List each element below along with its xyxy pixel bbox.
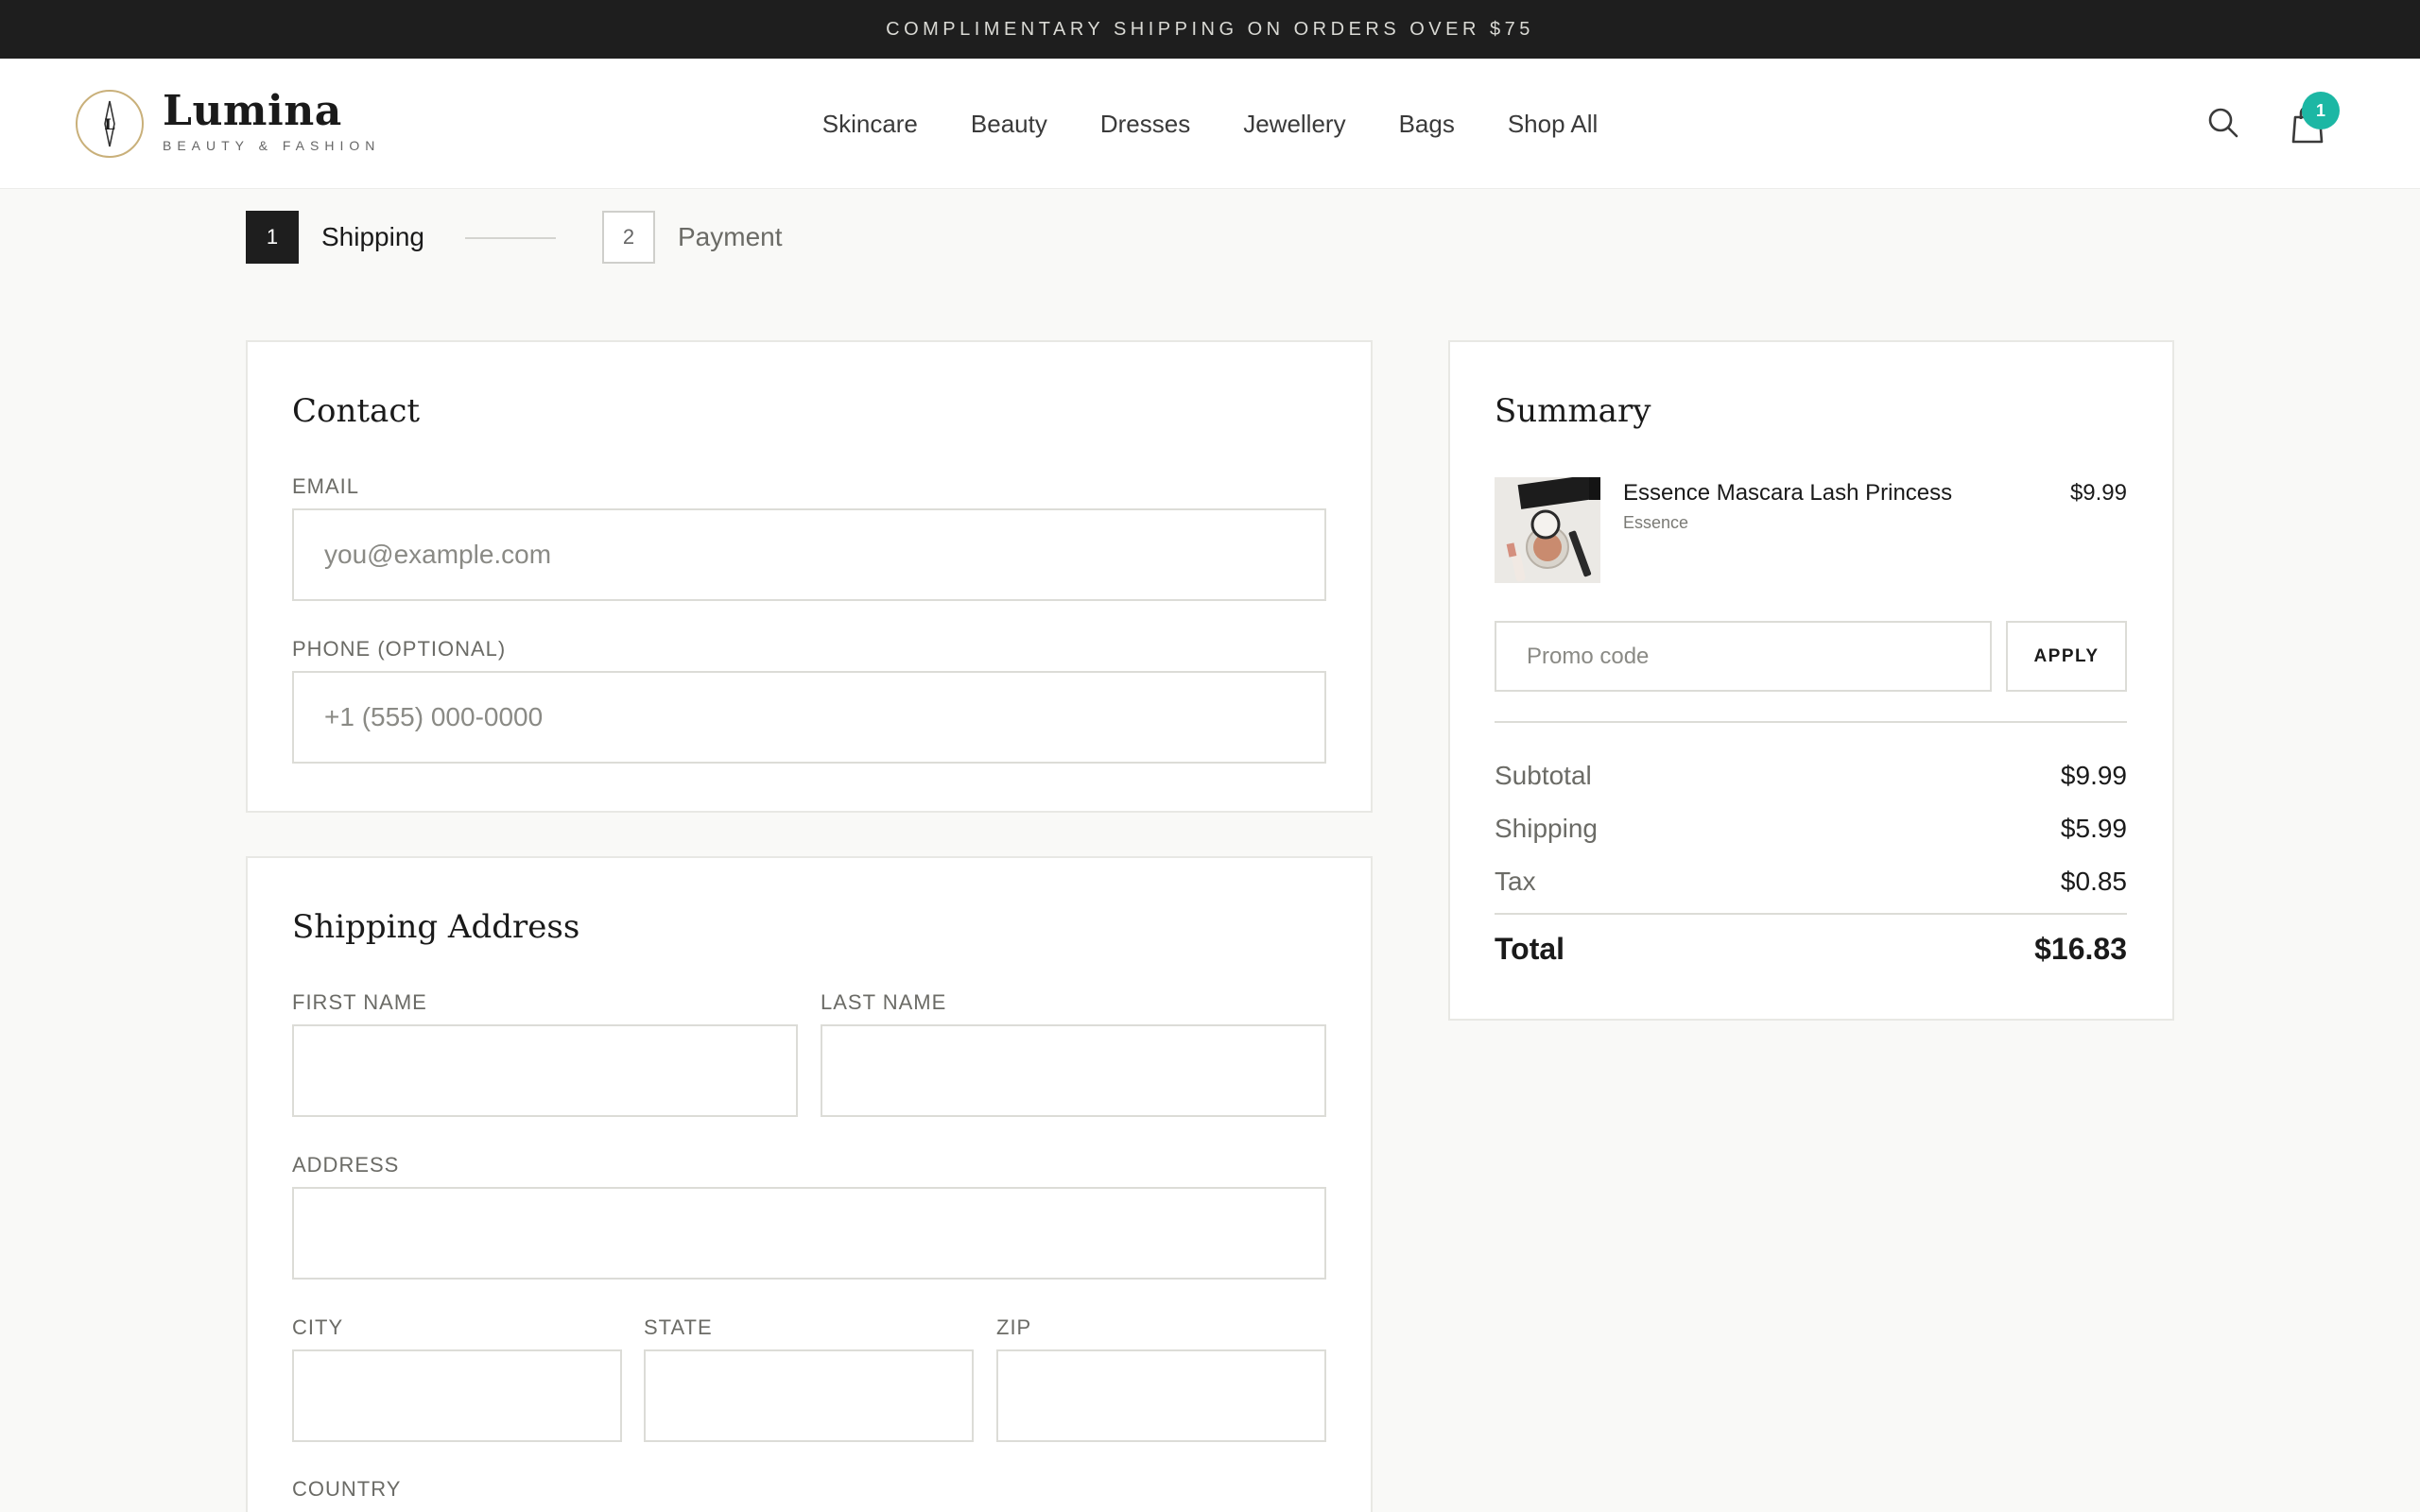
phone-input[interactable]: [292, 671, 1326, 764]
tax-value: $0.85: [2060, 867, 2127, 896]
state-input[interactable]: [644, 1349, 974, 1442]
nav-item-dresses[interactable]: Dresses: [1100, 110, 1190, 139]
announcement-bar: COMPLIMENTARY SHIPPING ON ORDERS OVER $7…: [0, 0, 2420, 59]
product-brand: Essence: [1623, 513, 1689, 532]
shipping-value: $5.99: [2060, 814, 2127, 843]
nav-item-shop-all[interactable]: Shop All: [1508, 110, 1598, 139]
total-label: Total: [1495, 932, 1565, 966]
zip-input[interactable]: [996, 1349, 1326, 1442]
step-connector: [465, 237, 556, 239]
last-name-label: LAST NAME: [821, 990, 947, 1014]
summary-divider: [1495, 721, 2127, 723]
city-input[interactable]: [292, 1349, 622, 1442]
svg-text:L: L: [104, 115, 114, 133]
address-label: ADDRESS: [292, 1153, 400, 1177]
step-1-number: 1: [246, 211, 299, 264]
nav-item-skincare[interactable]: Skincare: [822, 110, 918, 139]
product-thumbnail[interactable]: [1495, 477, 1600, 583]
email-label: EMAIL: [292, 474, 360, 498]
apply-promo-button[interactable]: APPLY: [2006, 621, 2127, 692]
shipping-address-title: Shipping Address: [292, 908, 580, 946]
shipping-label: Shipping: [1495, 814, 1598, 843]
product-image: [1495, 477, 1600, 583]
country-label: COUNTRY: [292, 1477, 402, 1501]
step-2-label[interactable]: Payment: [678, 222, 783, 252]
phone-label: PHONE (OPTIONAL): [292, 637, 507, 661]
announcement-text: COMPLIMENTARY SHIPPING ON ORDERS OVER $7…: [886, 18, 1534, 40]
address-input[interactable]: [292, 1187, 1326, 1280]
nav-item-jewellery[interactable]: Jewellery: [1243, 110, 1345, 139]
search-button[interactable]: [2204, 104, 2242, 142]
city-label: CITY: [292, 1315, 344, 1339]
first-name-label: FIRST NAME: [292, 990, 427, 1014]
state-label: STATE: [644, 1315, 713, 1339]
subtotal-label: Subtotal: [1495, 761, 1592, 790]
nav-item-beauty[interactable]: Beauty: [971, 110, 1047, 139]
main-nav: Skincare Beauty Dresses Jewellery Bags S…: [0, 59, 2420, 189]
total-divider: [1495, 913, 2127, 915]
last-name-input[interactable]: [821, 1024, 1326, 1117]
product-name[interactable]: Essence Mascara Lash Princess: [1623, 480, 1952, 507]
tax-label: Tax: [1495, 867, 1536, 896]
logo-icon[interactable]: L: [76, 90, 144, 158]
site-header: L Lumina BEAUTY & FASHION Skincare Beaut…: [0, 59, 2420, 189]
contact-title: Contact: [292, 392, 421, 430]
product-price: $9.99: [2069, 480, 2127, 506]
zip-label: ZIP: [996, 1315, 1032, 1339]
first-name-input[interactable]: [292, 1024, 798, 1117]
search-icon: [2208, 108, 2238, 138]
subtotal-value: $9.99: [2060, 761, 2127, 790]
promo-code-input[interactable]: [1495, 621, 1992, 692]
nav-item-bags[interactable]: Bags: [1399, 110, 1455, 139]
total-value: $16.83: [2034, 932, 2127, 966]
step-2-number: 2: [602, 211, 655, 264]
summary-title: Summary: [1495, 392, 1651, 430]
compass-icon: L: [104, 100, 115, 147]
step-1-label[interactable]: Shipping: [321, 222, 424, 252]
cart-count-badge: 1: [2302, 92, 2340, 129]
brand-name[interactable]: Lumina: [163, 87, 342, 135]
brand-tagline: BEAUTY & FASHION: [163, 138, 381, 153]
email-input[interactable]: [292, 508, 1326, 601]
